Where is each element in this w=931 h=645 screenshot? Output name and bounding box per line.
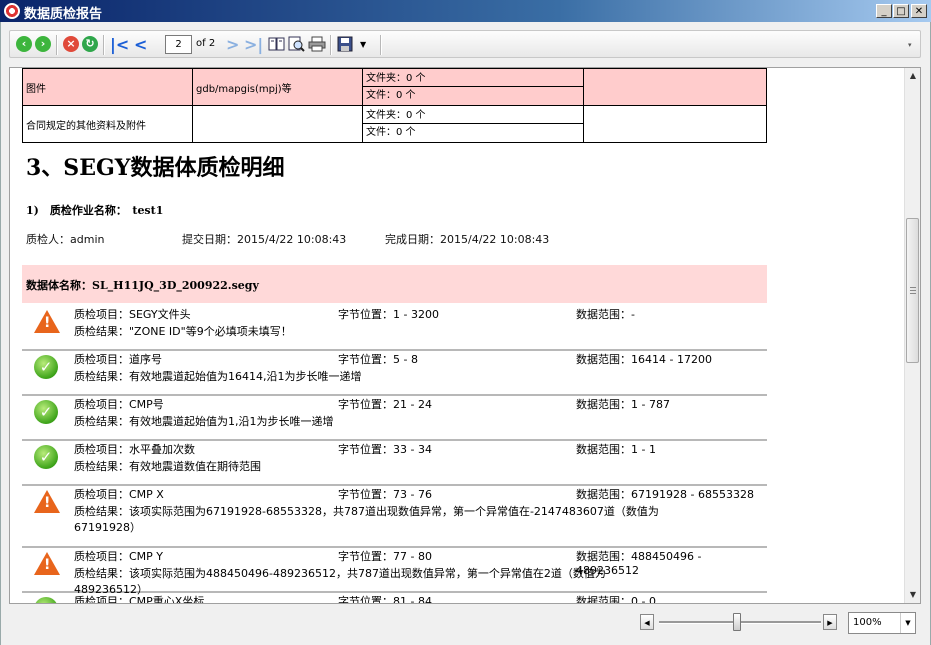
inspector: 质检人：admin [26,233,105,246]
submit-date: 提交日期：2015/4/22 10:08:43 [182,233,347,246]
file-type-cell: 合同规定的其他资料及附件 [22,105,193,143]
dataset-header: 数据体名称：SL_H11JQ_3D_200922.segy [22,265,767,303]
check-item-name: 质检项目：CMP Y [74,550,164,563]
zoom-in-icon[interactable]: ▶ [823,614,837,630]
check-item-name: 质检项目：CMP X [74,488,164,501]
data-range: 数据范围：1 - 787 [576,398,670,411]
file-count: 文件：0 个 [366,90,416,101]
save-icon[interactable] [337,36,355,54]
data-range: 数据范围：1 - 1 [576,443,656,456]
last-page-icon[interactable]: >| [244,36,263,54]
check-item-name: 质检项目：CMP号 [74,398,164,411]
toolbar-separator [56,35,58,55]
byte-position: 字节位置：5 - 8 [338,353,418,366]
page-count: of 2 [196,38,216,49]
folder-count: 文件夹：0 个 [363,70,583,87]
report-viewer: ‹ › × ↻ |< < 2 of 2 > >| ▼ ▾ 图件 gdb/mapg… [0,22,931,645]
check-result: 质检结果：有效地震道数值在期待范围 [74,460,261,473]
check-item-name: 质检项目：SEGY文件头 [74,308,191,321]
vertical-scrollbar[interactable]: ▲ ▼ [904,68,920,603]
check-icon: ✓ [34,597,58,603]
scroll-up-icon[interactable]: ▲ [905,68,920,84]
warning-icon [34,490,60,513]
toolbar-separator [380,35,382,55]
byte-position: 字节位置：21 - 24 [338,398,432,411]
byte-position: 字节位置：77 - 80 [338,550,432,563]
report-page: 图件 gdb/mapgis(mpj)等 文件夹：0 个 文件：0 个 合同规定的… [9,67,921,604]
forward-icon[interactable]: › [35,36,51,52]
chevron-down-icon[interactable]: ▼ [900,613,915,633]
empty-cell [583,68,767,106]
check-icon: ✓ [34,445,58,469]
data-range: 数据范围：67191928 - 68553328 [576,488,754,501]
check-item-row: 质检项目：SEGY文件头 字节位置：1 - 3200 数据范围：- 质检结果："ZON… [22,304,767,351]
byte-position: 字节位置：81 - 84 [338,595,432,604]
next-page-icon[interactable]: > [226,36,239,54]
files-table: 图件 gdb/mapgis(mpj)等 文件夹：0 个 文件：0 个 合同规定的… [22,68,767,143]
table-row: 图件 gdb/mapgis(mpj)等 文件夹：0 个 文件：0 个 [22,68,767,106]
status-bar: ◀ ▶ 100% ▼ [9,610,921,638]
file-format-cell: gdb/mapgis(mpj)等 [192,68,363,106]
back-icon[interactable]: ‹ [16,36,32,52]
scroll-thumb[interactable] [906,218,919,363]
file-type-cell: 图件 [22,68,193,106]
window-title: 数据质检报告 [24,7,103,22]
check-item-name: 质检项目：道序号 [74,353,162,366]
byte-position: 字节位置：73 - 76 [338,488,432,501]
toolbar-separator [330,35,332,55]
previous-page-icon[interactable]: < [134,36,147,54]
toolbar-separator [103,35,105,55]
check-result: 质检结果：有效地震道起始值为16414,沿1为步长唯一递增 [74,370,362,383]
job-name: 1) 质检作业名称： test1 [26,204,164,217]
title-bar: 数据质检报告 _ □ ✕ [0,0,931,22]
data-range: 数据范围：0 - 0 [576,595,656,604]
table-row: 合同规定的其他资料及附件 文件夹：0 个 文件：0 个 [22,105,767,143]
check-item-row: ✓ 质检项目：CMP重心X坐标 字节位置：81 - 84 数据范围：0 - 0 [22,591,767,604]
first-page-icon[interactable]: |< [110,36,129,54]
check-result: 质检结果：该项实际范围为67191928-68553328，共787道出现数值异… [74,505,659,534]
dataset-name: 数据体名称：SL_H11JQ_3D_200922.segy [26,279,259,292]
document-map-icon[interactable] [268,36,285,54]
check-item-row: 质检项目：CMP Y字节位置：77 - 80数据范围：488450496 - 4… [22,546,767,596]
zoom-value: 100% [853,617,882,628]
check-icon: ✓ [34,355,58,379]
scroll-down-icon[interactable]: ▼ [905,587,920,603]
toolbar: ‹ › × ↻ |< < 2 of 2 > >| ▼ ▾ [9,30,921,58]
export-dropdown-icon[interactable]: ▼ [360,36,372,54]
stop-icon[interactable]: × [63,36,79,52]
check-result: 质检结果：有效地震道起始值为1,沿1为步长唯一递增 [74,415,334,428]
folder-count: 文件夹：0 个 [363,107,583,124]
find-icon[interactable] [288,36,305,54]
byte-position: 字节位置：1 - 3200 [338,308,439,321]
data-range: 数据范围：16414 - 17200 [576,353,712,366]
check-item-row: 质检项目：CMP X 字节位置：73 - 76 数据范围：67191928 - 68… [22,484,767,548]
check-item-row: ✓ 质检项目：道序号 字节位置：5 - 8 数据范围：16414 - 17200 质检结… [22,349,767,396]
byte-position: 字节位置：33 - 34 [338,443,432,456]
check-item-row: ✓ 质检项目：水平叠加次数 字节位置：33 - 34 数据范围：1 - 1 质检结果：有… [22,439,767,486]
toolbar-overflow-icon[interactable]: ▾ [908,36,916,54]
check-item-name: 质检项目：CMP重心X坐标 [74,595,205,604]
data-range: 数据范围：- [576,308,635,321]
warning-icon [34,310,60,333]
check-item-name: 质检项目：水平叠加次数 [74,443,195,456]
zoom-slider-thumb[interactable] [733,613,741,631]
check-result: 质检结果："ZONE ID"等9个必填项未填写！ [74,325,292,338]
file-format-cell [192,105,363,143]
warning-icon [34,552,60,575]
refresh-icon[interactable]: ↻ [82,36,98,52]
maximize-button[interactable]: □ [893,4,909,18]
close-button[interactable]: ✕ [911,4,927,18]
check-item-row: ✓ 质检项目：CMP号 字节位置：21 - 24 数据范围：1 - 787 质检结果：有… [22,394,767,441]
zoom-select[interactable]: 100% ▼ [848,612,916,634]
print-icon[interactable] [308,36,326,54]
minimize-button[interactable]: _ [876,4,892,18]
zoom-out-icon[interactable]: ◀ [640,614,654,630]
check-icon: ✓ [34,400,58,424]
page-number-input[interactable]: 2 [165,35,192,54]
app-icon [4,3,20,19]
file-count: 文件：0 个 [366,127,416,138]
section-title: 3、SEGY数据体质检明细 [26,155,285,181]
empty-cell [583,105,767,143]
finish-date: 完成日期：2015/4/22 10:08:43 [385,233,550,246]
